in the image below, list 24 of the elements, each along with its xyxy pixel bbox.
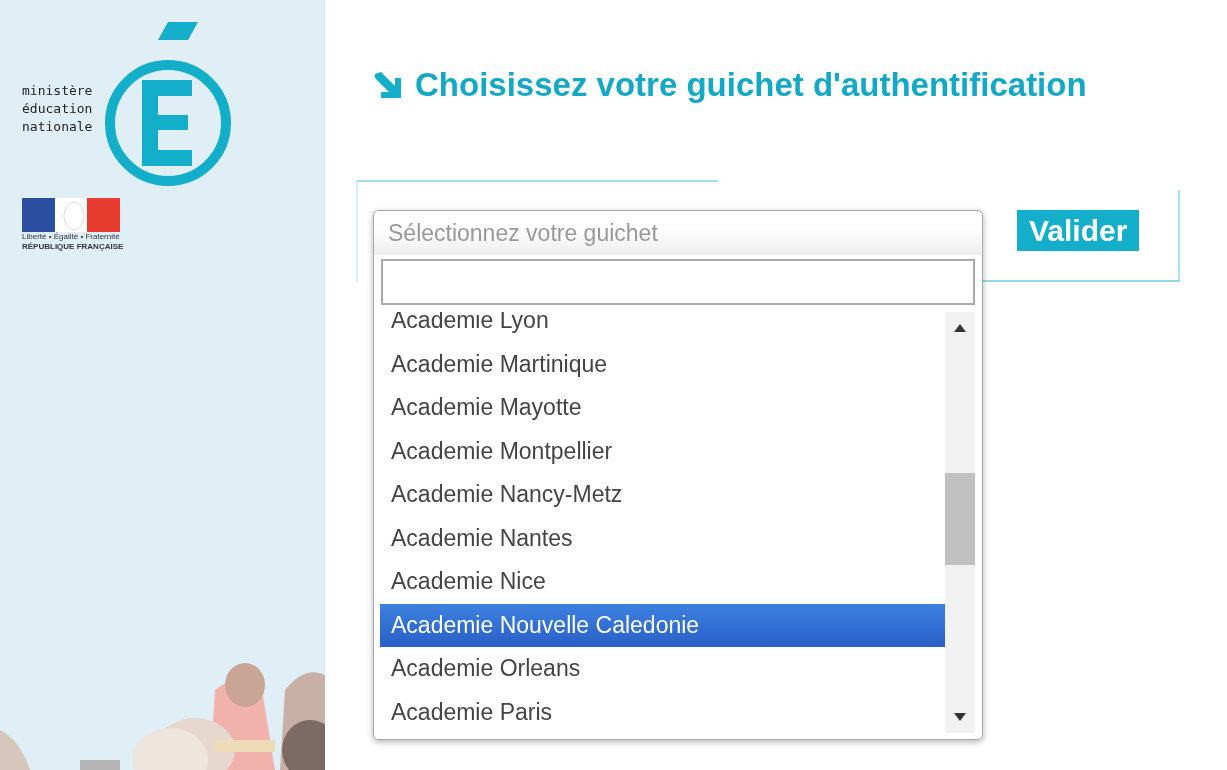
dropdown-option[interactable]: Academie Paris bbox=[380, 690, 945, 733]
dropdown-option[interactable]: Academie Lyon bbox=[380, 312, 945, 343]
scrollbar[interactable] bbox=[945, 312, 975, 733]
flag-icon bbox=[22, 198, 120, 232]
logo-text: ministère bbox=[22, 82, 93, 100]
dropdown-option[interactable]: Academie Martinique bbox=[380, 342, 945, 386]
scroll-down-icon[interactable] bbox=[954, 713, 966, 721]
dropdown-option[interactable]: Academie Orleans bbox=[380, 647, 945, 691]
dropdown-option[interactable]: Academie Nancy-Metz bbox=[380, 473, 945, 517]
dropdown-option[interactable]: Academie Nouvelle Caledonie bbox=[380, 603, 945, 647]
dropdown-option[interactable]: Academie Nice bbox=[380, 560, 945, 604]
guichet-dropdown[interactable]: Sélectionnez votre guichet Academie Lyon Academie Martinique Academie Mayotte Academie Montpellier Academie Nancy-Metz Academie Nantes Academie Nice Academie Nouvelle Caledonie Academie Orleans Academie Paris bbox=[373, 210, 983, 740]
motto-text: Liberté • Égalité • Fraternité bbox=[22, 232, 121, 241]
search-field[interactable] bbox=[381, 259, 975, 305]
logo-text: nationale bbox=[22, 118, 93, 136]
arrow-icon bbox=[373, 72, 401, 98]
republic-text: RÉPUBLIQUE FRANÇAISE bbox=[22, 242, 125, 252]
scroll-thumb[interactable] bbox=[945, 473, 975, 565]
logo-text: éducation bbox=[22, 100, 93, 118]
dropdown-option[interactable]: Academie Montpellier bbox=[380, 429, 945, 473]
page-title: Choisissez votre guichet d'authentification bbox=[415, 66, 1087, 104]
dropdown-option[interactable]: Academie Mayotte bbox=[380, 386, 945, 430]
dropdown-option[interactable]: Academie Nantes bbox=[380, 516, 945, 560]
scroll-up-icon[interactable] bbox=[954, 324, 966, 332]
